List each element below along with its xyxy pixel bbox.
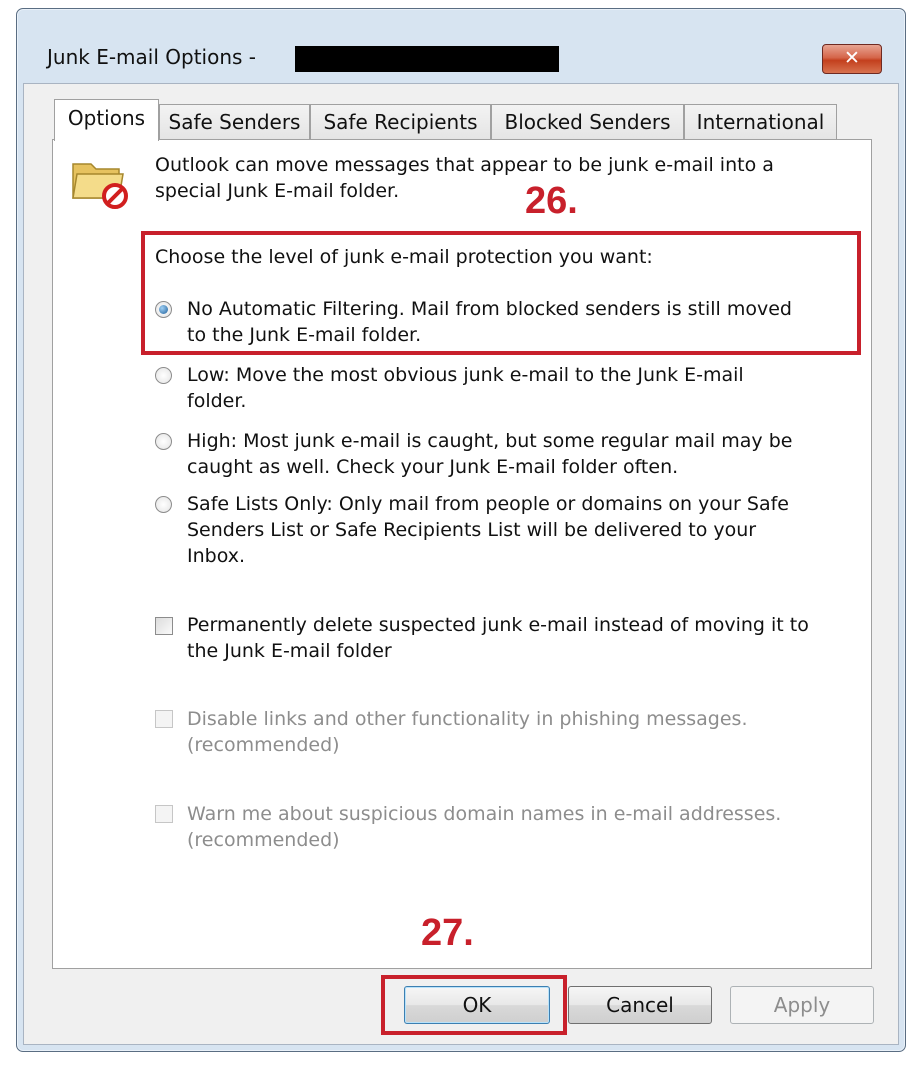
checkbox[interactable] <box>155 617 173 635</box>
protection-heading: Choose the level of junk e-mail protecti… <box>155 246 653 268</box>
checkbox-label-line1: Permanently delete suspected junk e-mail… <box>187 614 809 636</box>
radio-label-line2: to the Junk E-mail folder. <box>187 324 422 346</box>
checkbox-label-line1: Warn me about suspicious domain names in… <box>187 803 782 825</box>
radio-label-line1: Low: Move the most obvious junk e-mail t… <box>187 364 744 386</box>
junk-folder-icon <box>72 163 128 209</box>
dialog-client-area: Options Safe Senders Safe Recipients Blo… <box>23 83 899 1045</box>
options-panel: Outlook can move messages that appear to… <box>52 139 872 969</box>
radio-label-line2: caught as well. Check your Junk E-mail f… <box>187 456 679 478</box>
tab-safe-senders[interactable]: Safe Senders <box>159 104 310 140</box>
title-bar[interactable]: Junk E-mail Options - ✕ <box>17 9 905 83</box>
tab-blocked-senders[interactable]: Blocked Senders <box>491 104 684 140</box>
annotation-step-27: 27. <box>421 912 474 954</box>
radio-label-line3: Inbox. <box>187 545 246 567</box>
checkbox <box>155 805 173 823</box>
checkbox-label-line1: Disable links and other functionality in… <box>187 708 748 730</box>
radio-label-line1: No Automatic Filtering. Mail from blocke… <box>187 298 792 320</box>
radio-label-line2: folder. <box>187 390 247 412</box>
checkbox-label-line2: the Junk E-mail folder <box>187 640 392 662</box>
radio-button[interactable] <box>155 367 172 384</box>
apply-button: Apply <box>730 986 874 1024</box>
radio-label-line1: Safe Lists Only: Only mail from people o… <box>187 493 789 515</box>
tab-options[interactable]: Options <box>54 99 159 141</box>
junk-email-options-dialog: Junk E-mail Options - ✕ Options Safe Sen… <box>16 8 906 1052</box>
close-button[interactable]: ✕ <box>822 44 882 74</box>
radio-button[interactable] <box>155 496 172 513</box>
tab-international[interactable]: International <box>684 104 837 140</box>
window-title: Junk E-mail Options - <box>47 45 256 69</box>
redacted-account-name <box>295 46 559 72</box>
radio-label-line2: Senders List or Safe Recipients List wil… <box>187 519 757 541</box>
checkbox <box>155 710 173 728</box>
intro-text-line2: special Junk E-mail folder. <box>155 180 400 202</box>
tab-safe-recipients[interactable]: Safe Recipients <box>310 104 491 140</box>
radio-label-line1: High: Most junk e-mail is caught, but so… <box>187 430 793 452</box>
checkbox-label-line2: (recommended) <box>187 829 340 851</box>
radio-button[interactable] <box>155 433 172 450</box>
ok-button[interactable]: OK <box>404 986 550 1024</box>
checkbox-label-line2: (recommended) <box>187 734 340 756</box>
cancel-button[interactable]: Cancel <box>568 986 712 1024</box>
radio-button[interactable] <box>155 301 172 318</box>
annotation-step-26: 26. <box>525 180 578 222</box>
intro-text-line1: Outlook can move messages that appear to… <box>155 154 774 176</box>
